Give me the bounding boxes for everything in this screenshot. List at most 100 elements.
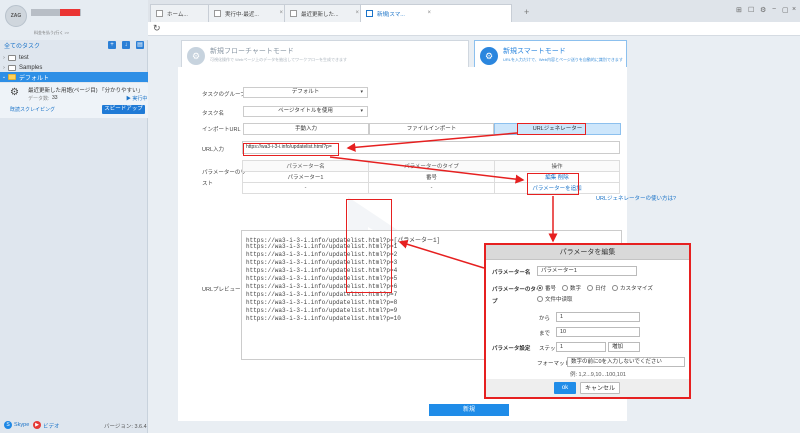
format-select[interactable]: 数字の前に0を入力しないでください	[567, 357, 685, 367]
all-tasks-label[interactable]: 全てのタスク	[4, 41, 40, 50]
maximize-icon[interactable]: ▢	[782, 6, 789, 14]
close-icon[interactable]: ×	[355, 10, 359, 16]
robot-icon: ⚙	[10, 87, 19, 98]
chevron-down-icon[interactable]: ⌄	[0, 74, 8, 80]
folder-icon	[8, 55, 16, 61]
gift-icon[interactable]: ⊞	[736, 6, 742, 14]
preview-line: https://wa3-i-3-i.info/updatelist.html?p…	[246, 307, 398, 314]
task-item[interactable]: ⚙ 最近更新した用語(ページ目) 「分かりやすい」 データ数: 33 ▶ 実行中…	[0, 83, 148, 118]
close-icon[interactable]: ×	[279, 10, 283, 16]
settings-icon[interactable]: ⚙	[760, 6, 766, 14]
import-label: インポートURL	[202, 127, 241, 133]
sidebar-folder-default[interactable]: ⌄ デフォルト	[0, 72, 148, 82]
format-label: フォーマット	[537, 361, 571, 367]
radio-label: 文件中读取	[545, 297, 573, 303]
radio-date[interactable]: 日付	[587, 284, 606, 292]
dialog-type-label-cont: プ	[492, 299, 498, 305]
avatar[interactable]: ZAG	[5, 5, 27, 27]
format-value: 数字の前に0を入力しないでください	[571, 359, 662, 365]
tab-recent[interactable]: 最近更新した... ×	[284, 4, 364, 22]
tab-file-import[interactable]: ファイルインポート	[369, 123, 494, 135]
radio-digit[interactable]: 数字	[562, 284, 581, 292]
to-input[interactable]: 10	[556, 327, 640, 337]
step-mode-select[interactable]: 増加	[608, 342, 640, 352]
chevron-right-icon[interactable]: ›	[0, 55, 8, 61]
new-task-icon[interactable]: +	[108, 41, 116, 49]
mode-flowchart-card[interactable]: ⚙ 新規フローチャートモード 可視化操作で Webページ上のデータを抽出してワー…	[181, 40, 469, 70]
preview-line: https://wa3-i-3-i.info/updatelist.html?p…	[246, 299, 398, 306]
radio-number[interactable]: 番号	[537, 284, 556, 292]
sidebar-footer: S Skype ▶ ビデオ バージョン: 3.6.4	[0, 418, 148, 433]
video-link[interactable]: ビデオ	[43, 422, 60, 430]
folder-icon[interactable]: ▤	[136, 41, 144, 49]
import-icon[interactable]: ↓	[122, 41, 130, 49]
param-table-header: パラメーター名 パラメーターのタイプ 操作	[242, 160, 620, 172]
submit-button[interactable]: 新規	[429, 404, 509, 416]
new-tab-icon[interactable]: +	[524, 7, 529, 17]
refresh-icon[interactable]: ↻	[153, 23, 161, 34]
tab-running[interactable]: 実行中-最近... ×	[208, 4, 288, 22]
skype-icon[interactable]: S	[4, 421, 12, 429]
tab-label: ホーム...	[167, 11, 188, 18]
video-icon[interactable]: ▶	[33, 421, 41, 429]
step-mode-value: 増加	[612, 344, 624, 350]
settings-label: パラメータ設定	[492, 346, 531, 352]
preview-line: https://wa3-i-3-i.info/updatelist.html?p…	[246, 315, 401, 322]
taskname-select-value: ページタイトルを使用	[278, 108, 333, 114]
chevron-right-icon[interactable]: ›	[0, 65, 8, 71]
task-sub-link[interactable]: 既読スクレイピング	[10, 106, 55, 113]
user-name-redacted-mark	[60, 9, 80, 16]
task-name: 最近更新した用語(ページ目) 「分かりやすい」	[28, 88, 144, 94]
param-type: 番号	[368, 171, 495, 183]
from-input[interactable]: 1	[556, 312, 640, 322]
folder-icon	[8, 74, 16, 80]
user-sub-link[interactable]: 料金を払う(行く >>	[34, 30, 69, 36]
mode-desc: URLを入力だけで、Web内容とページ送りを自動的に識別できます	[503, 57, 623, 62]
mode-desc: 可視化操作で Webページ上のデータを抽出してワークフローを生成できます	[210, 57, 348, 62]
tab-label: 実行中-最近...	[225, 11, 259, 18]
version-label: バージョン: 3.6.4	[104, 424, 147, 430]
step-input[interactable]: 1	[556, 342, 606, 352]
taskname-select[interactable]: ページタイトルを使用 ▾	[243, 106, 368, 117]
task-run-status[interactable]: ▶ 実行中	[126, 95, 147, 102]
param-list-label-cont: スト	[202, 181, 214, 187]
page-icon	[366, 10, 373, 17]
cancel-button[interactable]: キャンセル	[580, 382, 620, 394]
dialog-type-label: パラメーターのタイ	[492, 287, 542, 293]
speedup-button[interactable]: スピードアップ	[102, 105, 145, 114]
close-icon[interactable]: ×	[427, 10, 431, 16]
tab-label: 最近更新した...	[301, 11, 339, 18]
folder-icon	[8, 65, 16, 71]
ok-button[interactable]: ok	[554, 382, 576, 394]
url-label: URL入力	[202, 147, 225, 153]
highlight-param-actions	[527, 173, 579, 195]
sidebar: ZAG 料金を払う(行く >> 全てのタスク + ↓ ▤ › test › Sa…	[0, 0, 148, 433]
minimize-icon[interactable]: −	[772, 6, 776, 13]
help-link[interactable]: URLジェネレーターの使い方は?	[596, 194, 676, 202]
radio-custom[interactable]: カスタマイズ	[612, 284, 653, 292]
param-name: -	[242, 182, 369, 194]
edit-param-dialog: パラメータを編集 パラメーター名 パラメーター1 パラメーターのタイ プ 番号 …	[484, 243, 691, 399]
mode-smart-card[interactable]: ⚙ 新規スマートモード URLを入力だけで、Web内容とページ送りを自動的に識別…	[474, 40, 627, 70]
tab-manual-input[interactable]: 手動入力	[243, 123, 369, 135]
to-label: まで	[539, 331, 551, 337]
tab-new-smart[interactable]: 新規|スマ... ×	[360, 4, 512, 22]
caret-down-icon: ▾	[360, 89, 363, 95]
group-select[interactable]: デフォルト ▾	[243, 87, 368, 98]
close-window-icon[interactable]: ×	[792, 6, 796, 13]
page-icon	[156, 10, 163, 17]
dialog-name-label: パラメーター名	[492, 270, 531, 276]
format-example: 例: 1,2...9,10...100,101	[570, 372, 626, 378]
skype-link[interactable]: Skype	[14, 422, 29, 428]
radio-label: 数字	[570, 286, 582, 292]
radio-icon	[537, 285, 543, 291]
sidebar-folder-test[interactable]: › test	[0, 53, 148, 63]
highlight-url-generator	[517, 123, 586, 135]
param-type: -	[368, 182, 495, 194]
dialog-name-input[interactable]: パラメーター1	[537, 266, 637, 276]
tab-bar: ホーム... 実行中-最近... × 最近更新した... × 新規|スマ... …	[148, 0, 800, 22]
message-icon[interactable]: ☐	[748, 6, 754, 14]
radio-file[interactable]: 文件中读取	[537, 295, 573, 303]
col-header: 操作	[494, 160, 620, 172]
caret-down-icon: ▾	[360, 108, 363, 114]
